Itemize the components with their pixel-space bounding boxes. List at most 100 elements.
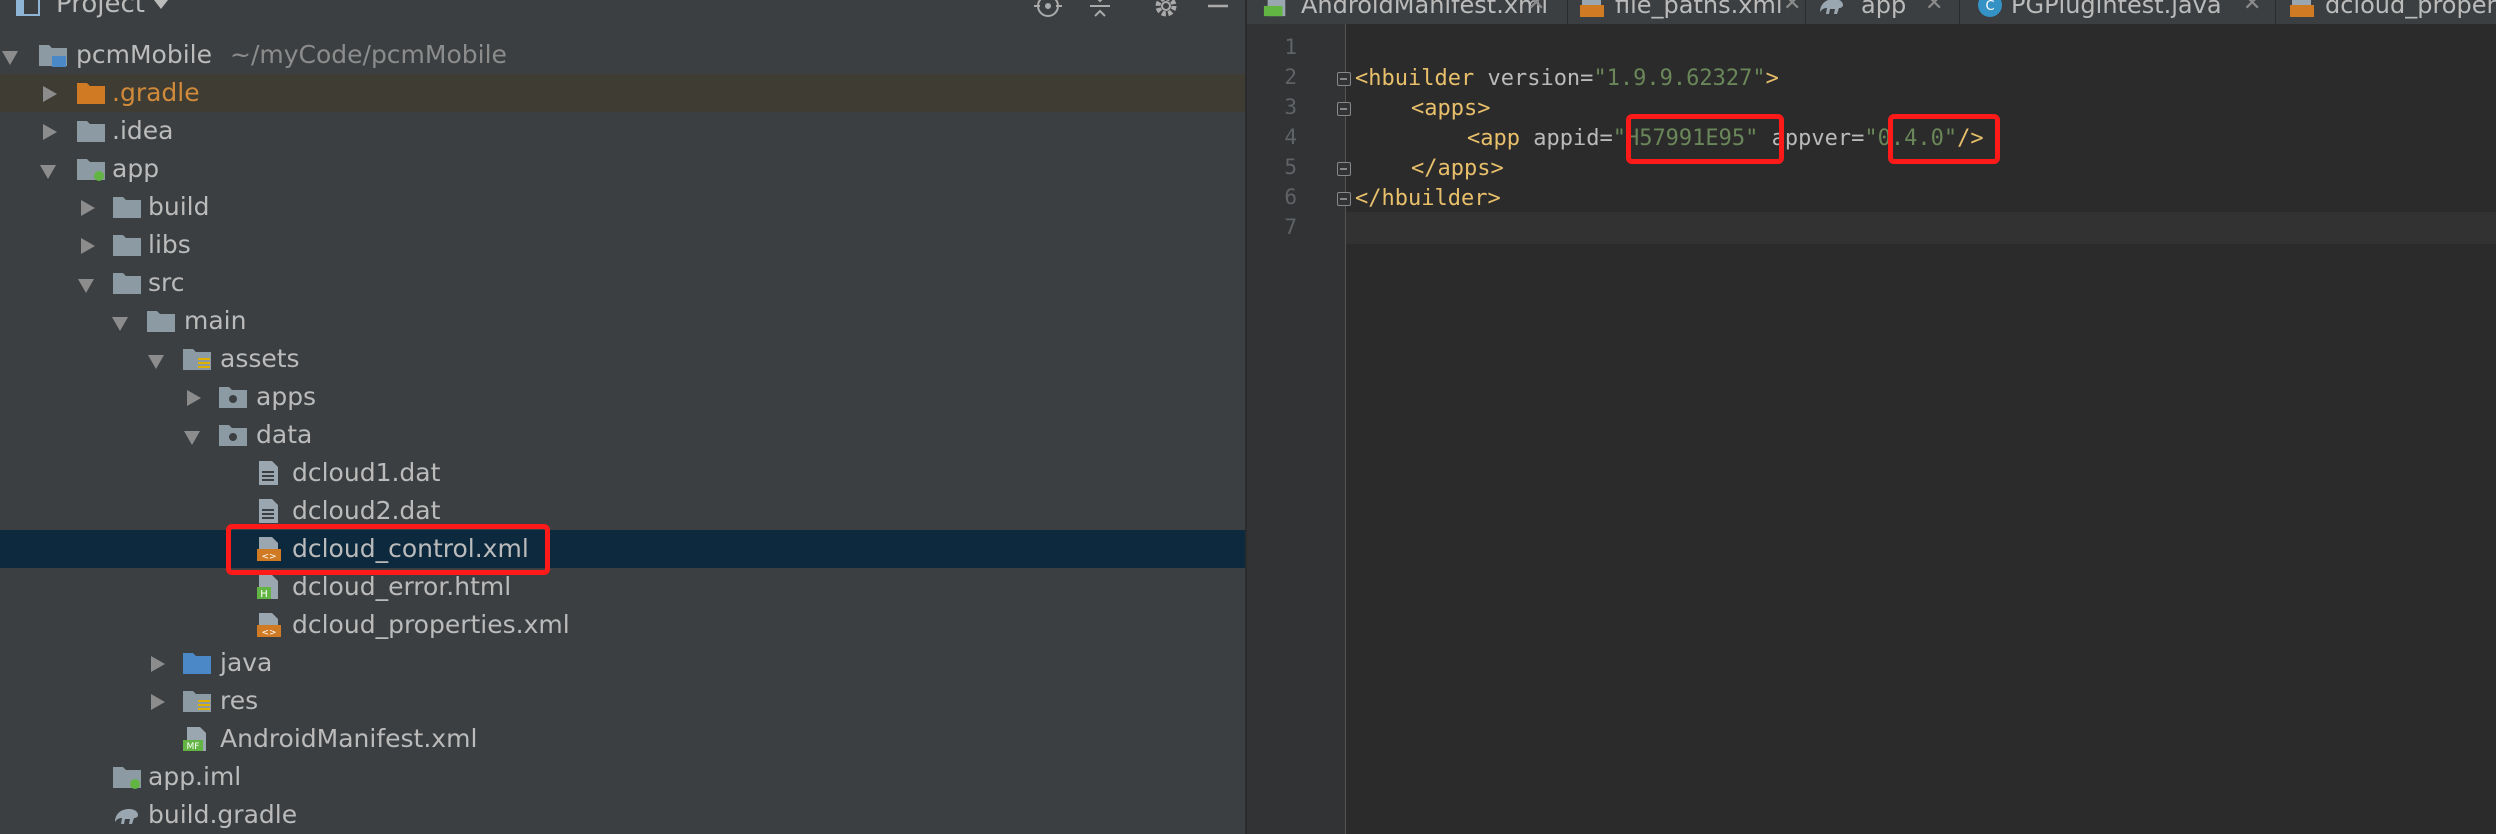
project-view-icon [16,0,40,16]
manifest-file-icon: MF [183,727,206,752]
gradle-icon [1820,0,1843,14]
line-number: 3 [1284,95,1297,119]
xml-tag: </hbuilder> [1355,186,1501,211]
expand-arrow-icon[interactable] [40,74,62,112]
xml-tag: <app [1467,126,1520,151]
tree-item-build[interactable]: build [0,188,1245,226]
tab-label: file_paths.xml [1615,0,1783,19]
fold-marker-icon[interactable] [1337,102,1351,116]
html-file-icon: H [257,575,278,600]
project-panel-title[interactable]: Project [56,0,145,19]
gutter-divider [1345,24,1346,834]
folder-icon [219,387,247,408]
expand-arrow-icon[interactable] [184,378,206,416]
module-folder-icon [77,159,105,181]
tree-item-data[interactable]: data [0,416,1245,454]
expand-arrow-icon[interactable] [2,36,24,74]
close-icon[interactable]: ✕ [1527,0,1545,16]
tree-item-main[interactable]: main [0,302,1245,340]
tree-item-dcloud1-dat[interactable]: dcloud1.dat [0,454,1245,492]
project-path: ~/myCode/pcmMobile [230,40,507,69]
tree-item-label: .idea [112,116,174,145]
code-line-2[interactable]: <hbuilder version="1.9.9.62327"> [1355,64,1779,94]
gear-icon[interactable] [1152,0,1180,20]
expand-arrow-icon[interactable] [40,150,62,188]
tree-item-label: build.gradle [148,800,298,829]
expand-arrow-icon[interactable] [148,340,170,378]
xml-file-icon [1580,0,1604,17]
caret-line-highlight [1346,212,2496,244]
svg-text:C: C [1985,0,1994,14]
project-panel-header: Project [0,0,1245,24]
tab-label: dcloud_properties.xml [2325,0,2496,19]
tree-item-label: dcloud_properties.xml [292,610,570,639]
xml-tag: <apps> [1411,96,1491,121]
tab-app[interactable]: app ✕ [1807,0,1949,24]
tree-item-label: .gradle [112,78,200,107]
expand-arrow-icon[interactable] [78,264,100,302]
chevron-down-icon[interactable] [152,0,170,14]
tree-item-label: apps [256,382,317,411]
tree-item-idea[interactable]: .idea [0,112,1245,150]
tree-item-label: data [256,420,313,449]
expand-arrow-icon[interactable] [184,416,206,454]
tab-label: app [1861,0,1907,19]
tab-pgplugintest-java[interactable]: C PGPlugintest.java ✕ [1961,0,2271,24]
code-line-6[interactable]: </hbuilder> [1355,184,1501,214]
tree-item-label: main [184,306,247,335]
tree-item-apps[interactable]: apps [0,378,1245,416]
fold-marker-icon[interactable] [1337,192,1351,206]
xml-tag: > [1765,66,1779,91]
tree-item-label: assets [220,344,300,373]
expand-arrow-icon[interactable] [112,302,134,340]
close-icon[interactable]: ✕ [2243,0,2261,16]
tab-androidmanifest-xml[interactable]: AndroidManifest.xml ✕ [1247,0,1561,24]
tree-item-src[interactable]: src [0,264,1245,302]
code-line-5[interactable]: </apps> [1411,154,1504,184]
tree-item-dcloud-properties-xml[interactable]: <> dcloud_properties.xml [0,606,1245,644]
tree-item-app[interactable]: app [0,150,1245,188]
tab-file-paths-xml[interactable]: file_paths.xml ✕ [1569,0,1801,24]
folder-icon [113,197,141,218]
text-file-icon [259,461,278,485]
tree-item-label: dcloud2.dat [292,496,441,525]
locate-icon[interactable] [1034,0,1062,20]
tree-item-pcmmobile[interactable]: pcmMobile ~/myCode/pcmMobile [0,36,1245,74]
expand-arrow-icon[interactable] [78,188,100,226]
expand-arrow-icon[interactable] [148,682,170,720]
tree-item-res[interactable]: res [0,682,1245,720]
tree-item-java[interactable]: java [0,644,1245,682]
fold-marker-icon[interactable] [1337,162,1351,176]
tree-item-gradle[interactable]: .gradle [0,74,1245,112]
tree-item-assets[interactable]: assets [0,340,1245,378]
xml-attribute: appid= [1519,126,1613,151]
fold-marker-icon[interactable] [1337,72,1351,86]
tree-item-dcloud-error-html[interactable]: H dcloud_error.html [0,568,1245,606]
close-icon[interactable]: ✕ [1783,0,1801,16]
line-number: 6 [1284,185,1297,209]
folder-icon [77,83,105,104]
tree-item-dcloud2-dat[interactable]: dcloud2.dat [0,492,1245,530]
collapse-icon[interactable] [1086,0,1114,20]
tree-item-label: libs [148,230,191,259]
line-number: 2 [1284,65,1297,89]
expand-arrow-icon[interactable] [148,644,170,682]
expand-arrow-icon[interactable] [78,226,100,264]
close-icon[interactable]: ✕ [1925,0,1943,16]
xml-value: "1.9.9.62327" [1593,66,1766,91]
tree-item-label: pcmMobile [76,40,212,69]
tree-item-libs[interactable]: libs [0,226,1245,264]
tree-item-build-gradle[interactable]: build.gradle [0,796,1245,834]
tree-item-app-iml[interactable]: app.iml [0,758,1245,796]
tree-item-dcloud-control-xml[interactable]: <> dcloud_control.xml [0,530,1245,568]
line-number: 1 [1284,35,1297,59]
line-number: 4 [1284,125,1297,149]
code-line-3[interactable]: <apps> [1411,94,1490,124]
expand-arrow-icon[interactable] [40,112,62,150]
tree-item-androidmanifest-xml[interactable]: MF AndroidManifest.xml [0,720,1245,758]
annotation-box-appid [1626,114,1784,164]
editor: AndroidManifest.xml ✕ file_paths.xml ✕ a… [1247,0,2496,834]
svg-text:<>: <> [261,628,276,638]
tab-dcloud-properties-xml[interactable]: dcloud_properties.xml [2277,0,2496,24]
minimize-icon[interactable] [1204,0,1232,20]
